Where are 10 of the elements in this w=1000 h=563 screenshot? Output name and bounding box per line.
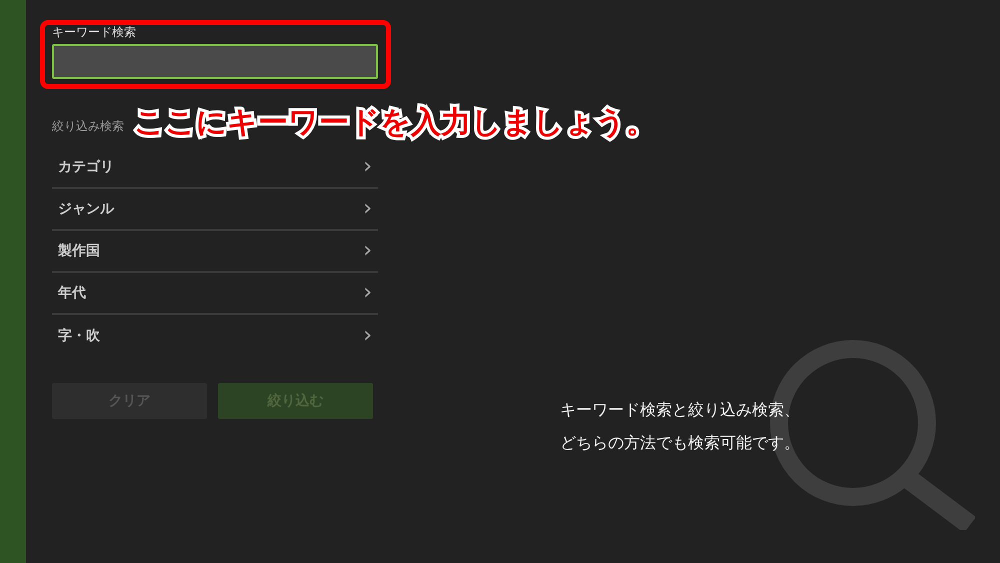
filter-heading: 絞り込み検索 [52, 118, 124, 135]
filter-item[interactable]: 字・吹 › [52, 315, 378, 357]
filter-item[interactable]: 製作国 › [52, 231, 378, 273]
filter-item[interactable]: ジャンル › [52, 189, 378, 231]
annotation-caption: ここにキーワードを入力しましょう。 [134, 104, 656, 142]
filter-item[interactable]: カテゴリ › [52, 147, 378, 189]
info-text: キーワード検索と絞り込み検索、 どちらの方法でも検索可能です。 [560, 399, 800, 454]
keyword-field[interactable] [52, 44, 378, 79]
filter-item[interactable]: 年代 › [52, 273, 378, 315]
keyword-label: キーワード検索 [52, 24, 136, 41]
